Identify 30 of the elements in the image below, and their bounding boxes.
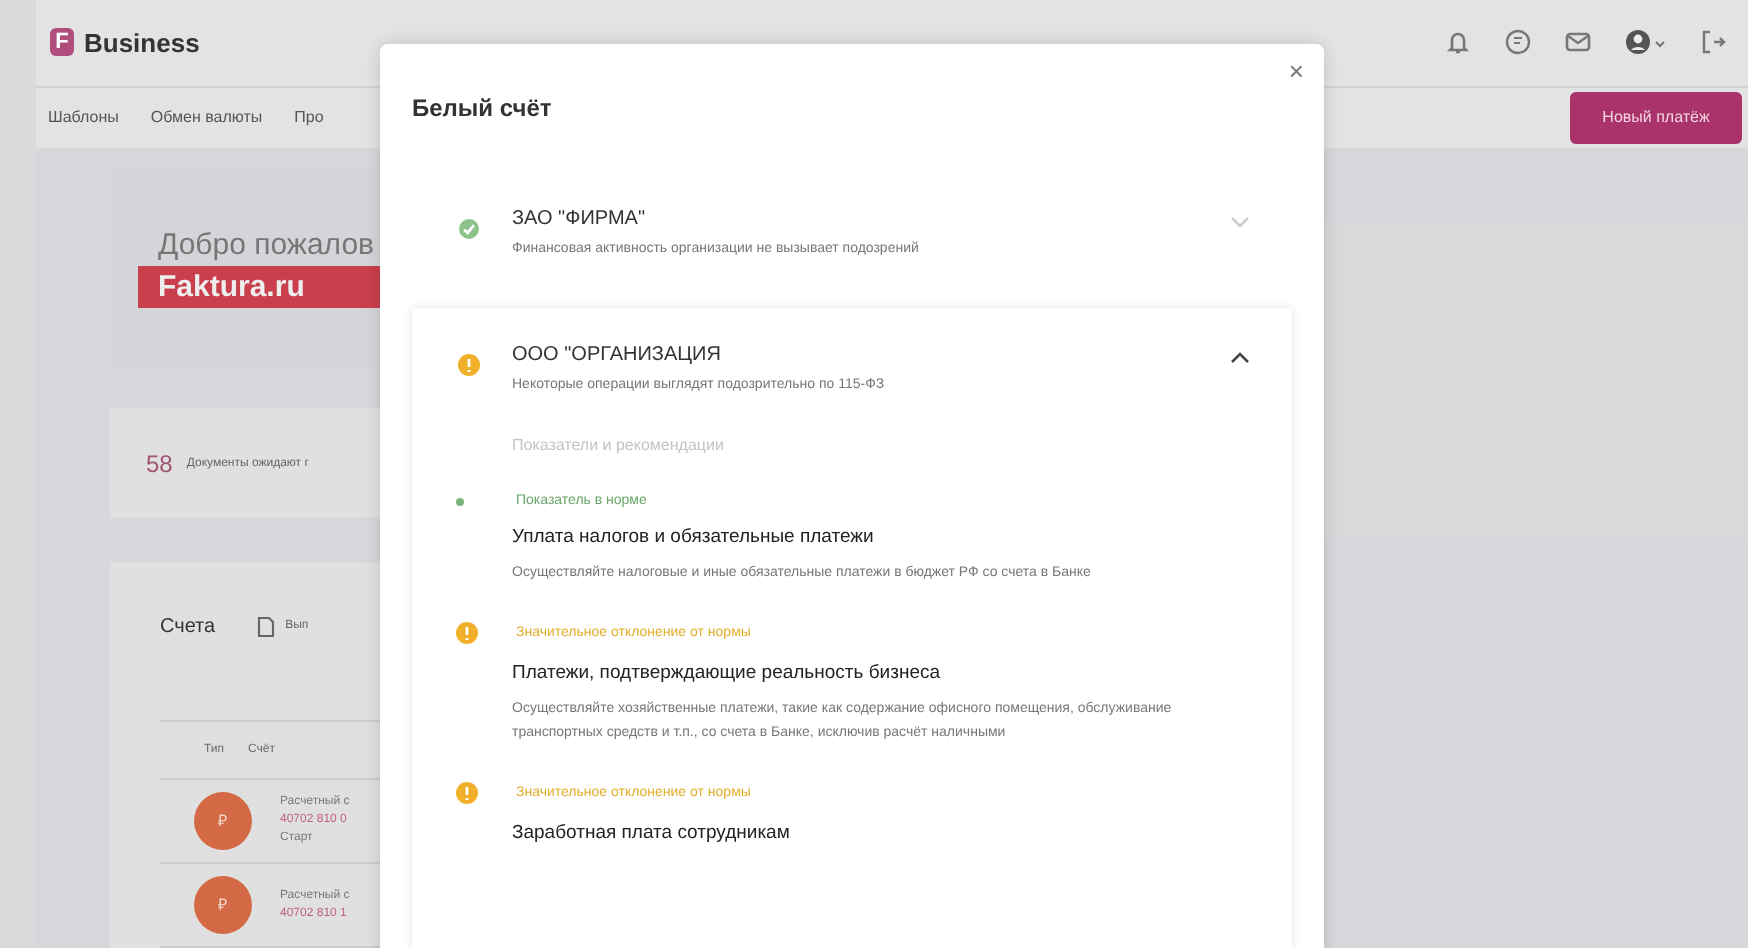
chat-icon[interactable] [1504, 28, 1532, 57]
currency-icon: ₽ [194, 876, 252, 934]
company-name: ЗАО "ФИРМА" [512, 208, 647, 230]
banner-greeting: Добро пожалов [158, 228, 377, 262]
warning-icon [456, 782, 478, 804]
chevron-up-icon[interactable] [1228, 350, 1252, 366]
close-button[interactable]: × [1280, 56, 1312, 86]
currency-icon: ₽ [194, 792, 252, 850]
nav-link[interactable]: Шаблоны [48, 108, 119, 127]
warning-icon [457, 354, 479, 376]
documents-count: 58 [146, 449, 173, 477]
document-icon [255, 615, 276, 637]
mail-icon[interactable] [1564, 28, 1592, 57]
logo-icon: F [50, 28, 74, 57]
section-heading: Показатели и рекомендации [512, 436, 726, 454]
user-menu-icon[interactable] [1624, 28, 1668, 57]
company-name: ООО "ОРГАНИЗАЦИЯ [512, 344, 723, 366]
modal-title: Белый счёт [412, 94, 552, 122]
dot-icon [456, 497, 464, 505]
nav-link[interactable]: Про [294, 108, 324, 127]
new-payment-button[interactable]: Новый платёж [1570, 91, 1742, 144]
nav-link[interactable]: Обмен валюты [150, 108, 263, 127]
warning-icon [456, 622, 478, 644]
logout-icon[interactable] [1700, 28, 1728, 57]
bell-icon[interactable] [1444, 28, 1472, 57]
brand-name: Business [84, 27, 200, 58]
indicator-title: Платежи, подтверждающие реальность бизнеса [512, 662, 943, 684]
indicator-title: Уплата налогов и обязательные платежи [512, 526, 876, 548]
accounts-title: Счета [160, 615, 216, 637]
indicator-title: Заработная плата сотрудникам [512, 822, 792, 844]
